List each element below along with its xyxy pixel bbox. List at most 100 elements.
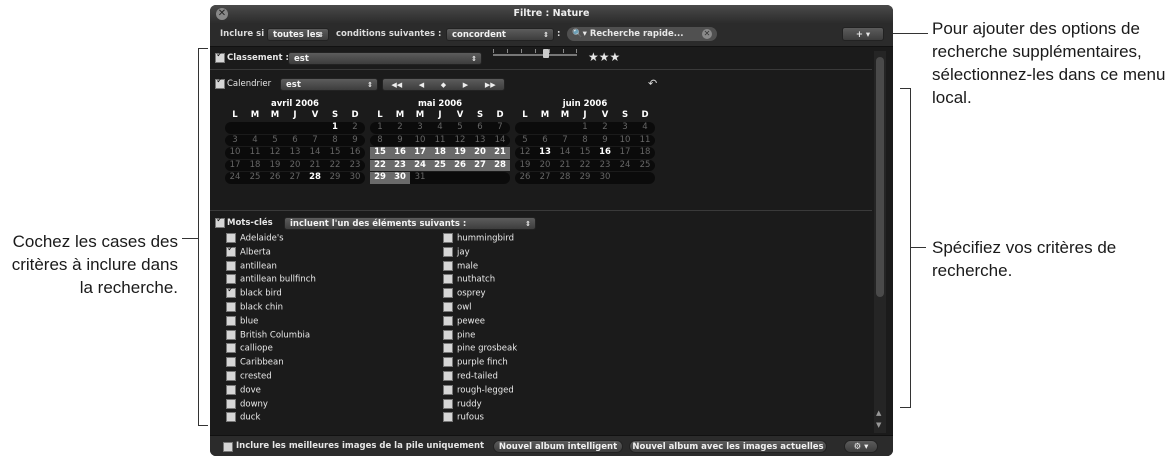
- calendar-day[interactable]: 9: [595, 135, 615, 147]
- add-criteria-button[interactable]: + ▾: [842, 27, 884, 41]
- calendar-day[interactable]: 27: [285, 172, 305, 184]
- keyword-item[interactable]: dove: [226, 384, 261, 395]
- calendar-day[interactable]: 13: [470, 135, 490, 147]
- keyword-checkbox[interactable]: [226, 233, 236, 243]
- calendar-day[interactable]: 8: [325, 135, 345, 147]
- keyword-checkbox[interactable]: [443, 274, 453, 285]
- calendar-day[interactable]: 29: [575, 172, 595, 184]
- calendar-day[interactable]: 24: [225, 172, 245, 184]
- calendar-day[interactable]: 28: [305, 172, 325, 184]
- keyword-checkbox[interactable]: [443, 357, 453, 368]
- calendar-day[interactable]: 8: [370, 135, 390, 147]
- calendar-day[interactable]: 10: [615, 135, 635, 147]
- keyword-item[interactable]: blue: [226, 315, 258, 326]
- calendar-day[interactable]: 16: [345, 147, 365, 159]
- keyword-checkbox[interactable]: [226, 285, 236, 299]
- keyword-item[interactable]: red-tailed: [443, 371, 498, 382]
- calendar-day[interactable]: 22: [575, 160, 595, 172]
- calendar-day[interactable]: 15: [575, 147, 595, 159]
- calendar-day[interactable]: 5: [265, 135, 285, 147]
- nav-next-icon[interactable]: ▶: [463, 81, 468, 89]
- nav-today-icon[interactable]: ◆: [441, 81, 446, 89]
- search-icon[interactable]: 🔍▾: [572, 29, 590, 39]
- calendar-day[interactable]: 15: [370, 147, 390, 159]
- scrollbar-thumb[interactable]: [876, 57, 884, 297]
- scroll-down-icon[interactable]: ▼: [876, 421, 881, 429]
- slider-knob[interactable]: [543, 49, 549, 58]
- calendar-day[interactable]: 7: [305, 135, 325, 147]
- calendar-operator-popup[interactable]: est ⇕: [280, 78, 378, 91]
- keyword-checkbox[interactable]: [226, 343, 236, 354]
- calendar-day[interactable]: 7: [490, 122, 510, 134]
- nav-last-icon[interactable]: ▶▶: [485, 81, 496, 89]
- rating-checkbox[interactable]: [215, 50, 225, 63]
- keyword-checkbox[interactable]: [226, 302, 236, 312]
- quick-search-field[interactable]: 🔍▾ Recherche rapide... ✕: [567, 27, 717, 41]
- calendar-day[interactable]: 14: [305, 147, 325, 159]
- calendar-day[interactable]: 3: [410, 122, 430, 134]
- calendar-day[interactable]: 17: [410, 147, 430, 159]
- calendar-day[interactable]: 20: [535, 160, 555, 172]
- calendar-day[interactable]: 24: [410, 159, 430, 171]
- calendar-day[interactable]: 2: [345, 122, 365, 134]
- keyword-item[interactable]: jay: [443, 246, 470, 257]
- keyword-item[interactable]: crested: [226, 371, 272, 382]
- keyword-checkbox[interactable]: [226, 384, 236, 395]
- calendar-day[interactable]: 28: [490, 159, 510, 171]
- calendar-day[interactable]: 5: [515, 135, 535, 147]
- calendar-day[interactable]: 10: [410, 135, 430, 147]
- calendar-day[interactable]: 16: [390, 147, 410, 159]
- keyword-checkbox[interactable]: [226, 412, 236, 423]
- keyword-item[interactable]: hummingbird: [443, 233, 514, 244]
- calendar-day[interactable]: 17: [615, 147, 635, 159]
- keyword-item[interactable]: pine grosbeak: [443, 343, 517, 354]
- calendar-day[interactable]: 4: [245, 135, 265, 147]
- keyword-checkbox[interactable]: [443, 343, 453, 354]
- keyword-item[interactable]: male: [443, 260, 478, 271]
- calendar-day[interactable]: 23: [345, 160, 365, 172]
- keyword-checkbox[interactable]: [443, 302, 453, 312]
- calendar-day[interactable]: 20: [285, 160, 305, 172]
- calendar-day[interactable]: 26: [265, 172, 285, 184]
- keyword-item[interactable]: Caribbean: [226, 357, 284, 368]
- calendar-day[interactable]: 13: [535, 147, 555, 159]
- calendar-day[interactable]: 24: [615, 160, 635, 172]
- keyword-item[interactable]: rough-legged: [443, 384, 514, 395]
- keyword-checkbox[interactable]: [443, 246, 453, 257]
- calendar-day[interactable]: 3: [225, 135, 245, 147]
- undo-icon[interactable]: ↶: [648, 77, 657, 90]
- rating-operator-popup[interactable]: est ⇕: [288, 52, 482, 65]
- calendar-day[interactable]: 17: [225, 160, 245, 172]
- keyword-item[interactable]: ruddy: [443, 398, 482, 409]
- keyword-checkbox[interactable]: [226, 260, 236, 271]
- calendar-day[interactable]: 27: [470, 159, 490, 171]
- keyword-checkbox[interactable]: [443, 412, 453, 423]
- calendar-day[interactable]: 30: [595, 172, 615, 184]
- calendar-day[interactable]: 28: [555, 172, 575, 184]
- keyword-checkbox[interactable]: [443, 233, 453, 243]
- stack-checkbox[interactable]: [223, 442, 233, 452]
- gear-icon[interactable]: ⚙ ▾: [844, 440, 878, 453]
- match-popup[interactable]: toutes les ⇕: [267, 28, 329, 41]
- calendar-day[interactable]: 9: [345, 135, 365, 147]
- calendar-day[interactable]: 25: [430, 159, 450, 171]
- calendar-day[interactable]: 2: [390, 122, 410, 134]
- rating-slider[interactable]: [493, 49, 577, 59]
- calendar-day[interactable]: 22: [325, 160, 345, 172]
- calendar-day[interactable]: 21: [490, 147, 510, 159]
- calendar-day[interactable]: 30: [345, 172, 365, 184]
- calendar-day[interactable]: 7: [555, 135, 575, 147]
- keyword-item[interactable]: nuthatch: [443, 274, 495, 285]
- keyword-item[interactable]: antillean bullfinch: [226, 274, 316, 285]
- close-icon[interactable]: ✕: [216, 8, 228, 20]
- calendar-day[interactable]: 3: [615, 122, 635, 134]
- keyword-checkbox[interactable]: [443, 384, 453, 395]
- calendar-day[interactable]: 4: [635, 122, 655, 134]
- keyword-checkbox[interactable]: [443, 329, 453, 340]
- calendar-day[interactable]: 10: [225, 147, 245, 159]
- keyword-checkbox[interactable]: [226, 244, 236, 257]
- keyword-item[interactable]: black bird: [226, 285, 282, 299]
- calendar-day[interactable]: 5: [450, 122, 470, 134]
- keyword-item[interactable]: pine: [443, 329, 475, 340]
- calendar-day[interactable]: 20: [470, 147, 490, 159]
